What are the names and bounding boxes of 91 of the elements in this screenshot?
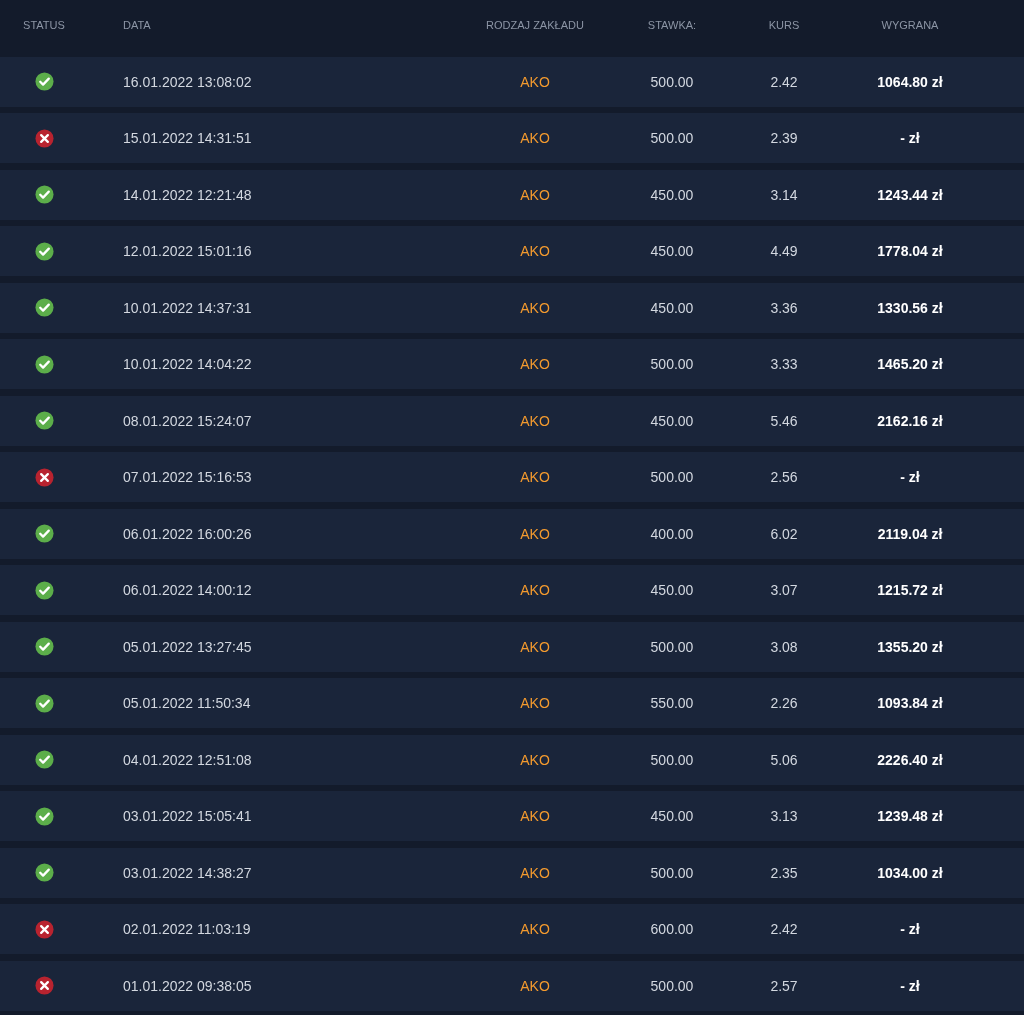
winnings-cell: - zł bbox=[900, 921, 920, 937]
winnings-cell: 1355.20 zł bbox=[877, 638, 943, 655]
odds-cell: 2.39 bbox=[770, 130, 798, 146]
winnings-cell: 1239.48 zł bbox=[877, 808, 943, 824]
date-cell: 14.01.2022 12:21:48 bbox=[123, 186, 252, 203]
odds-cell: 2.42 bbox=[770, 73, 798, 90]
bet-type-cell: AKO bbox=[520, 638, 550, 655]
bet-type-cell: AKO bbox=[520, 73, 550, 90]
bet-type-cell: AKO bbox=[520, 525, 550, 542]
winnings-cell: 1064.80 zł bbox=[877, 73, 943, 90]
odds-cell: 2.56 bbox=[770, 469, 798, 485]
bet-type-cell: AKO bbox=[520, 130, 550, 146]
bet-type-cell: AKO bbox=[520, 186, 550, 203]
date-cell: 10.01.2022 14:04:22 bbox=[123, 356, 252, 372]
bet-type-cell: AKO bbox=[520, 243, 550, 259]
odds-cell: 2.57 bbox=[770, 977, 798, 994]
winnings-cell: 1093.84 zł bbox=[877, 695, 943, 711]
stake-cell: 500.00 bbox=[650, 469, 694, 485]
bet-type-cell: AKO bbox=[520, 412, 550, 429]
bet-type-cell: AKO bbox=[520, 469, 550, 485]
odds-cell: 3.08 bbox=[770, 638, 798, 655]
date-cell: 01.01.2022 09:38:05 bbox=[123, 977, 252, 994]
stake-cell: 450.00 bbox=[650, 186, 694, 203]
winnings-cell: 1330.56 zł bbox=[877, 299, 943, 316]
odds-cell: 5.06 bbox=[770, 751, 798, 768]
winnings-cell: 2226.40 zł bbox=[877, 751, 943, 768]
date-cell: 16.01.2022 13:08:02 bbox=[123, 73, 252, 90]
odds-cell: 2.35 bbox=[770, 864, 798, 881]
bet-type-cell: AKO bbox=[520, 977, 550, 994]
winnings-cell: 1465.20 zł bbox=[877, 356, 943, 372]
column-header: STATUS bbox=[23, 19, 65, 31]
date-cell: 10.01.2022 14:37:31 bbox=[123, 299, 252, 316]
odds-cell: 2.42 bbox=[770, 921, 798, 937]
date-cell: 07.01.2022 15:16:53 bbox=[123, 469, 252, 485]
bet-type-cell: AKO bbox=[520, 356, 550, 372]
stake-cell: 500.00 bbox=[650, 864, 694, 881]
winnings-cell: 1243.44 zł bbox=[877, 186, 943, 203]
odds-cell: 3.36 bbox=[770, 299, 798, 316]
odds-cell: 3.13 bbox=[770, 808, 798, 824]
date-cell: 15.01.2022 14:31:51 bbox=[123, 130, 252, 146]
stake-cell: 450.00 bbox=[650, 243, 694, 259]
stake-cell: 450.00 bbox=[650, 808, 694, 824]
stake-cell: 400.00 bbox=[650, 525, 694, 542]
winnings-cell: - zł bbox=[900, 469, 920, 485]
date-cell: 02.01.2022 11:03:19 bbox=[123, 921, 251, 937]
stake-cell: 550.00 bbox=[650, 695, 694, 711]
bet-type-cell: AKO bbox=[520, 751, 550, 768]
winnings-cell: 2119.04 zł bbox=[877, 525, 943, 542]
bet-type-cell: AKO bbox=[520, 864, 550, 881]
bet-type-cell: AKO bbox=[520, 299, 550, 316]
stake-cell: 500.00 bbox=[650, 130, 694, 146]
bet-type-cell: AKO bbox=[520, 582, 550, 598]
winnings-cell: - zł bbox=[900, 977, 920, 994]
date-cell: 03.01.2022 14:38:27 bbox=[123, 864, 252, 881]
bet-type-cell: AKO bbox=[520, 808, 550, 824]
bet-type-cell: AKO bbox=[520, 921, 550, 937]
odds-cell: 3.14 bbox=[770, 186, 798, 203]
stake-cell: 450.00 bbox=[650, 412, 694, 429]
winnings-cell: 1034.00 zł bbox=[877, 864, 943, 881]
stake-cell: 500.00 bbox=[650, 977, 694, 994]
date-cell: 05.01.2022 13:27:45 bbox=[123, 638, 252, 655]
column-header: STAWKA: bbox=[647, 19, 697, 31]
winnings-cell: 1778.04 zł bbox=[877, 243, 943, 259]
odds-cell: 3.07 bbox=[770, 582, 798, 598]
date-cell: 08.01.2022 15:24:07 bbox=[123, 412, 252, 429]
winnings-cell: 2162.16 zł bbox=[877, 412, 943, 429]
stake-cell: 500.00 bbox=[650, 638, 694, 655]
odds-cell: 2.26 bbox=[770, 695, 798, 711]
odds-cell: 6.02 bbox=[770, 525, 798, 542]
stake-cell: 500.00 bbox=[650, 356, 694, 372]
stake-cell: 450.00 bbox=[650, 299, 694, 316]
winnings-cell: - zł bbox=[900, 130, 920, 146]
stake-cell: 600.00 bbox=[650, 921, 694, 937]
date-cell: 12.01.2022 15:01:16 bbox=[123, 243, 252, 259]
stake-cell: 500.00 bbox=[650, 751, 694, 768]
odds-cell: 5.46 bbox=[770, 412, 798, 429]
column-header: WYGRANA bbox=[881, 19, 939, 31]
date-cell: 06.01.2022 14:00:12 bbox=[123, 582, 252, 598]
odds-cell: 3.33 bbox=[770, 356, 798, 372]
stake-cell: 450.00 bbox=[650, 582, 694, 598]
date-cell: 03.01.2022 15:05:41 bbox=[123, 808, 252, 824]
stake-cell: 500.00 bbox=[650, 73, 694, 90]
date-cell: 04.01.2022 12:51:08 bbox=[123, 751, 252, 768]
odds-cell: 4.49 bbox=[770, 243, 798, 259]
column-header: RODZAJ ZAKŁADU bbox=[486, 19, 584, 31]
winnings-cell: 1215.72 zł bbox=[877, 582, 943, 598]
bet-type-cell: AKO bbox=[520, 695, 550, 711]
column-header: KURS bbox=[768, 19, 800, 31]
date-cell: 05.01.2022 11:50:34 bbox=[123, 695, 251, 711]
column-header: DATA bbox=[123, 19, 151, 31]
date-cell: 06.01.2022 16:00:26 bbox=[123, 525, 252, 542]
